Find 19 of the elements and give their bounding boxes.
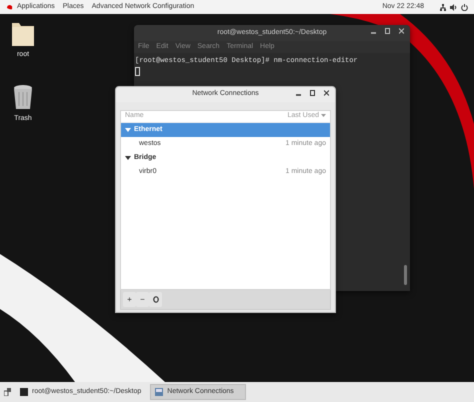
expander-icon[interactable] bbox=[125, 155, 131, 161]
settings-button[interactable] bbox=[149, 292, 162, 307]
maximize-icon[interactable] bbox=[310, 90, 315, 96]
cursor bbox=[135, 67, 140, 76]
sort-arrow-icon bbox=[321, 114, 326, 118]
network-icon[interactable] bbox=[440, 4, 446, 10]
window-icon bbox=[155, 388, 164, 396]
maximize-icon[interactable] bbox=[385, 28, 390, 34]
close-icon[interactable] bbox=[399, 28, 404, 34]
power-icon[interactable] bbox=[461, 4, 468, 10]
scrollbar bbox=[404, 265, 407, 285]
workspace-icon[interactable] bbox=[4, 388, 11, 396]
toolbar-button[interactable]: − bbox=[136, 292, 149, 307]
terminal-icon bbox=[20, 388, 28, 396]
toolbar-button[interactable]: + bbox=[123, 292, 136, 307]
close-icon[interactable] bbox=[324, 90, 329, 96]
folder-icon[interactable] bbox=[11, 20, 35, 47]
volume-icon[interactable] bbox=[450, 4, 457, 10]
trash-icon[interactable] bbox=[11, 84, 35, 111]
